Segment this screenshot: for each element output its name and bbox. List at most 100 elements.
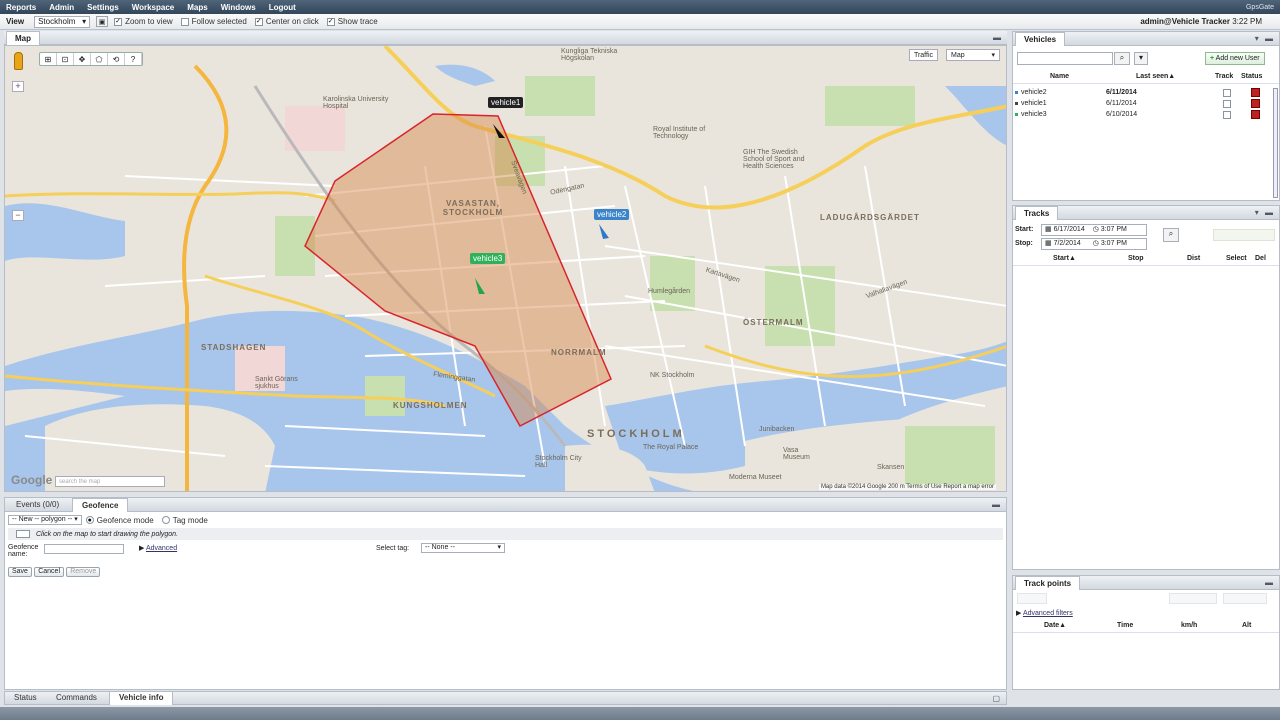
col-track[interactable]: Track (1215, 73, 1233, 80)
map-label-ostermalm: ÖSTERMALM (743, 318, 804, 327)
col-speed[interactable]: km/h (1181, 622, 1197, 629)
zoom-in-icon[interactable]: + (12, 81, 24, 92)
tag-mode-radio[interactable]: Tag mode (161, 516, 208, 525)
vehicle-search-input[interactable] (1017, 52, 1113, 65)
add-user-button[interactable]: + Add new User (1205, 52, 1265, 65)
tab-status[interactable]: Status (5, 692, 46, 705)
menu-windows[interactable]: Windows (221, 3, 256, 12)
tab-geofence[interactable]: Geofence (72, 498, 129, 512)
zoom-to-view-checkbox[interactable]: ✓ Zoom to view (114, 17, 173, 26)
col-name[interactable]: Name (1050, 73, 1069, 80)
advanced-toggle[interactable]: ▶ Advanced (139, 544, 177, 552)
vehicle3-label[interactable]: vehicle3 (470, 253, 506, 264)
follow-selected-checkbox[interactable]: Follow selected (180, 17, 247, 26)
tab-map[interactable]: Map (6, 31, 40, 45)
select-tag-select[interactable]: -- None -- ▾ (421, 543, 505, 553)
vehicle-row[interactable]: vehicle3 6/10/2014 (1015, 109, 1277, 120)
search-icon[interactable]: ⌕ (1114, 52, 1130, 65)
cancel-button[interactable]: Cancel (34, 567, 64, 577)
vehicle-row[interactable]: vehicle1 6/11/2014 (1015, 98, 1277, 109)
advanced-filters-toggle[interactable]: ▶ Advanced filters (1016, 609, 1073, 617)
track-points-button[interactable] (1223, 593, 1267, 604)
filter-dropdown-icon[interactable]: ▾ (1134, 52, 1148, 65)
menu-workspace[interactable]: Workspace (132, 3, 175, 12)
google-logo: Google (11, 473, 53, 487)
save-button[interactable]: Save (8, 567, 32, 577)
maximize-icon[interactable]: ▬ (992, 500, 1002, 509)
zoom-tool-icon[interactable]: ⊡ (57, 53, 74, 65)
status-icon[interactable] (1251, 99, 1260, 108)
map-tools: ⊞ ⊡ ✥ ⬠ ⟲ ? (39, 52, 143, 66)
panel-controls-icon[interactable]: ▾ ▬ (1255, 34, 1275, 43)
menu-logout[interactable]: Logout (269, 3, 296, 12)
street-view-pegman-icon[interactable] (14, 52, 23, 70)
zoom-out-icon[interactable]: − (12, 210, 24, 221)
col-del[interactable]: Del (1255, 255, 1266, 262)
geofence-mode-radio[interactable]: ● Geofence mode (85, 516, 154, 525)
vehicle-row[interactable]: vehicle2 6/11/2014 (1015, 87, 1277, 98)
col-stop[interactable]: Stop (1128, 255, 1144, 262)
track-points-button[interactable] (1017, 593, 1047, 604)
track-points-button[interactable] (1169, 593, 1217, 604)
zoom-to-view-label: Zoom to view (125, 17, 173, 26)
status-icon[interactable] (1251, 110, 1260, 119)
col-last-seen[interactable]: Last seen▲ (1136, 73, 1175, 80)
new-geofence-value: -- New -- polygon -- (12, 516, 73, 523)
maximize-icon[interactable]: ▬ (993, 33, 1003, 42)
tab-vehicle-info[interactable]: Vehicle info (109, 692, 174, 705)
tracks-action-button[interactable] (1213, 229, 1275, 241)
col-status[interactable]: Status (1241, 73, 1262, 80)
center-on-click-checkbox[interactable]: ✓ Center on click (254, 17, 319, 26)
advanced-filters-link[interactable]: Advanced filters (1023, 610, 1073, 617)
geofence-tool-icon[interactable]: ⬠ (91, 53, 108, 65)
measure-tool-icon[interactable]: ⟲ (108, 53, 125, 65)
start-date-input[interactable]: ▦ 6/17/2014 ◷ 3:07 PM (1041, 224, 1147, 236)
view-select[interactable]: Stockholm ▾ (34, 15, 91, 28)
map-canvas[interactable] (5, 46, 1007, 492)
col-start[interactable]: Start▲ (1053, 255, 1076, 262)
help-tool-icon[interactable]: ? (125, 53, 142, 65)
tab-commands[interactable]: Commands (47, 692, 106, 705)
col-time[interactable]: Time (1117, 622, 1133, 629)
panel-controls-icon[interactable]: ▬ (1265, 578, 1275, 587)
pan-tool-icon[interactable]: ✥ (74, 53, 91, 65)
tab-vehicles[interactable]: Vehicles (1015, 32, 1066, 46)
remove-button[interactable]: Remove (66, 567, 101, 577)
map-view[interactable]: + − ⊞ ⊡ ✥ ⬠ ⟲ ? Traffic Map ▾ vehicle1 v… (4, 45, 1007, 492)
menu-reports[interactable]: Reports (6, 3, 36, 12)
save-view-icon[interactable]: ▣ (96, 16, 109, 27)
center-on-click-label: Center on click (265, 17, 319, 26)
vehicle-color-dot (1015, 112, 1018, 116)
vehicle-color-dot (1015, 101, 1018, 105)
col-select[interactable]: Select (1226, 255, 1247, 262)
track-checkbox[interactable] (1223, 111, 1231, 119)
status-icon[interactable] (1251, 88, 1260, 97)
map-type-select[interactable]: Map ▾ (946, 49, 1000, 61)
col-dist[interactable]: Dist (1187, 255, 1200, 262)
tab-events[interactable]: Events (0/0) (7, 498, 68, 512)
tab-tracks[interactable]: Tracks (1015, 206, 1059, 220)
new-geofence-select[interactable]: -- New -- polygon -- ▾ (8, 515, 82, 525)
search-icon[interactable]: ⌕ (1163, 228, 1179, 242)
track-checkbox[interactable] (1223, 89, 1231, 97)
tab-track-points[interactable]: Track points (1015, 576, 1081, 590)
advanced-link[interactable]: Advanced (146, 545, 177, 552)
select-tool-icon[interactable]: ⊞ (40, 53, 57, 65)
col-alt[interactable]: Alt (1242, 622, 1251, 629)
track-checkbox[interactable] (1223, 100, 1231, 108)
vehicle2-label[interactable]: vehicle2 (594, 209, 630, 220)
col-date[interactable]: Date▲ (1044, 622, 1066, 629)
vehicles-scrollbar[interactable] (1273, 88, 1278, 198)
panel-controls-icon[interactable]: ▾ ▬ (1255, 208, 1275, 217)
maximize-icon[interactable]: ▢ (992, 694, 1002, 703)
menu-maps[interactable]: Maps (187, 3, 207, 12)
geofence-name-input[interactable] (44, 544, 124, 554)
chevron-down-icon: ▾ (497, 544, 501, 551)
vehicle1-label[interactable]: vehicle1 (488, 97, 524, 108)
menu-admin[interactable]: Admin (49, 3, 74, 12)
show-trace-checkbox[interactable]: ✓ Show trace (326, 17, 378, 26)
menu-settings[interactable]: Settings (87, 3, 119, 12)
stop-date-input[interactable]: ▦ 7/2/2014 ◷ 3:07 PM (1041, 238, 1147, 250)
map-search-input[interactable]: search the map (55, 476, 165, 487)
traffic-button[interactable]: Traffic (908, 49, 938, 61)
